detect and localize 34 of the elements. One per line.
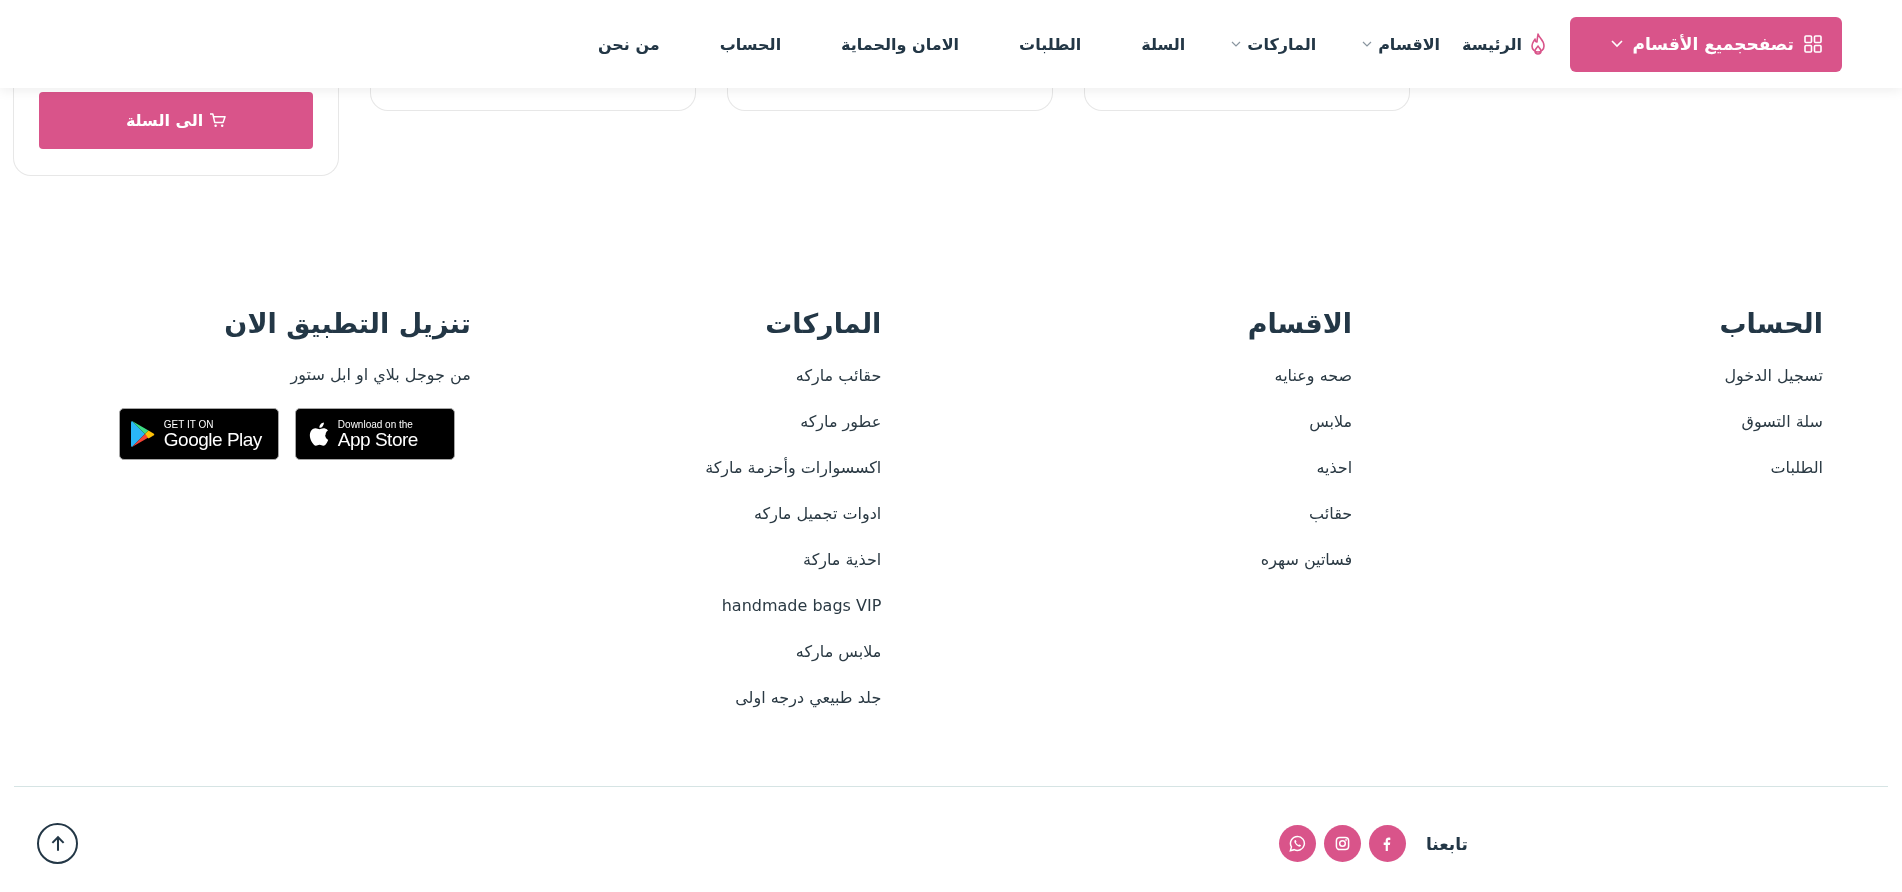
footer-link[interactable]: احذية ماركة: [803, 549, 882, 572]
footer-link[interactable]: تسجيل الدخول: [1724, 365, 1823, 388]
footer-link[interactable]: حقائب: [1309, 503, 1353, 526]
nav-link[interactable]: الماركات: [1231, 34, 1317, 54]
nav-link[interactable]: الرئيسة: [1462, 32, 1548, 56]
nav-link[interactable]: من نحن: [597, 34, 660, 54]
nav-link[interactable]: الاقسام: [1362, 34, 1441, 54]
nav-link[interactable]: السلة: [1141, 34, 1186, 54]
footer-link[interactable]: احذيه: [1316, 457, 1353, 480]
app-description: من جوجل بلاي او ابل ستور: [290, 365, 471, 385]
nav-link[interactable]: الحساب: [719, 34, 782, 54]
footer-link[interactable]: الطلبات: [1770, 457, 1823, 480]
column-heading: الاقسام: [1247, 307, 1353, 342]
browse-categories-button[interactable]: تصفحجميع الأقسام: [1570, 16, 1842, 72]
store-badge[interactable]: GET IT ON Google Play: [118, 408, 279, 461]
footer-link[interactable]: ملابس: [1309, 411, 1353, 434]
footer-link[interactable]: حقائب ماركه: [795, 365, 882, 388]
store-badge[interactable]: Download on the App Store: [294, 408, 455, 461]
footer-link[interactable]: ملابس ماركه: [795, 641, 882, 664]
footer-link[interactable]: اكسسوارات وأحزمة ماركة: [705, 457, 882, 480]
footer-link[interactable]: عطور ماركه: [800, 411, 882, 434]
column-heading: الماركات: [765, 307, 882, 342]
add-to-cart-button[interactable]: الى السلة: [39, 92, 313, 149]
nav-link[interactable]: الامان والحماية: [841, 34, 960, 54]
footer-link[interactable]: ادوات تجميل ماركه: [753, 503, 882, 526]
footer-link[interactable]: سلة التسوق: [1741, 411, 1823, 434]
footer-link[interactable]: handmade bags VIP: [721, 595, 882, 618]
footer-link[interactable]: فساتين سهره: [1260, 549, 1353, 572]
footer-link[interactable]: صحه وعنايه: [1274, 365, 1353, 388]
nav-link[interactable]: الطلبات: [1019, 34, 1082, 54]
footer-link[interactable]: جلد طبيعي درجه اولى: [735, 687, 882, 710]
column-heading: الحساب: [1719, 307, 1823, 341]
follow-label: تابعنا: [1425, 833, 1468, 854]
column-heading: تنزيل التطبيق الان: [224, 307, 471, 342]
